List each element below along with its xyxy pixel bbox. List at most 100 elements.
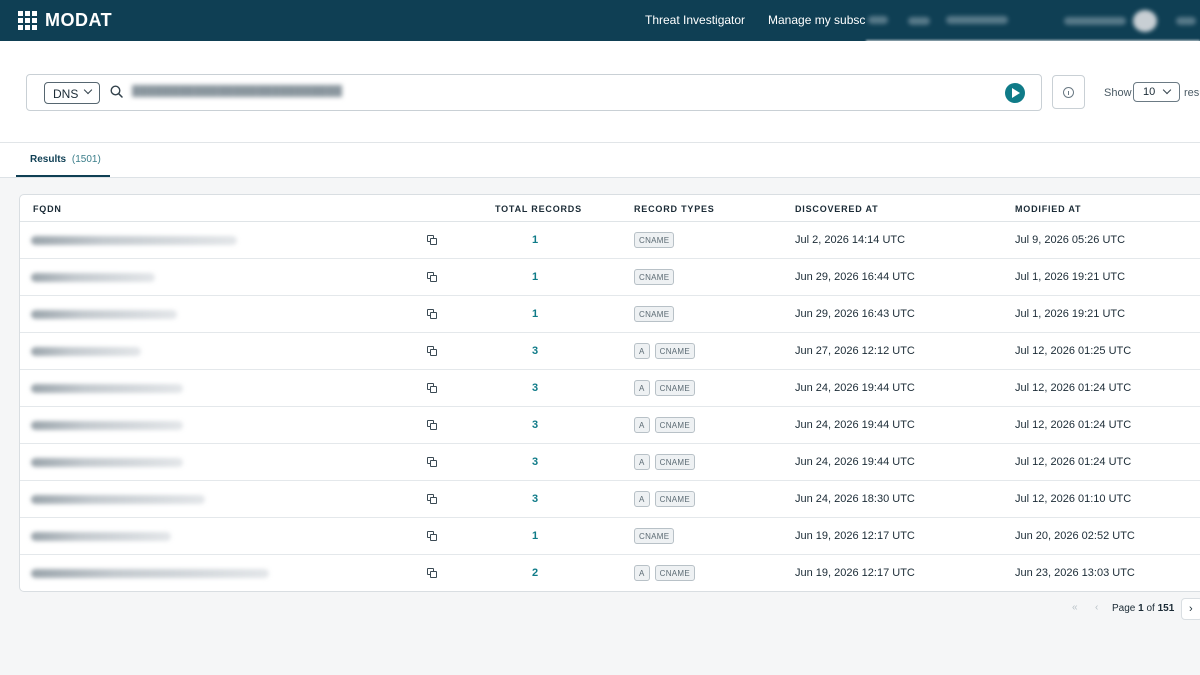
copy-icon[interactable] (427, 568, 438, 579)
column-header-discovered-at[interactable]: DISCOVERED AT (795, 204, 878, 214)
fqdn-redacted[interactable] (31, 236, 237, 245)
page-size-select[interactable]: 10 (1133, 82, 1180, 102)
copy-icon[interactable] (427, 235, 438, 246)
fqdn-redacted[interactable] (31, 458, 183, 467)
chevron-down-icon (1162, 85, 1172, 95)
record-type-badge: CNAME (654, 380, 696, 396)
record-type-badge: CNAME (654, 565, 696, 581)
fqdn-redacted[interactable] (31, 347, 141, 356)
copy-icon[interactable] (427, 346, 438, 357)
copy-icon[interactable] (427, 383, 438, 394)
copy-icon[interactable] (427, 494, 438, 505)
copy-icon[interactable] (427, 420, 438, 431)
total-records-link[interactable]: 1 (532, 234, 538, 246)
total-records-link[interactable]: 3 (532, 493, 538, 505)
modified-at: Jul 12, 2026 01:10 UTC (1015, 493, 1132, 505)
record-types: A CNAME (634, 454, 696, 470)
logo-grid-icon (18, 11, 37, 30)
table-row[interactable]: 3 A CNAME Jun 27, 2026 12:12 UTC Jul 12, 202… (20, 333, 1200, 370)
brand-logo[interactable]: MODAT (18, 11, 112, 30)
top-nav: MODAT Threat Investigator Manage my subs… (0, 0, 1200, 41)
fqdn-redacted[interactable] (31, 384, 183, 393)
total-records-link[interactable]: 3 (532, 382, 538, 394)
total-records-link[interactable]: 1 (532, 308, 538, 320)
copy-icon[interactable] (427, 309, 438, 320)
modified-at: Jul 12, 2026 01:24 UTC (1015, 382, 1132, 394)
avatar[interactable] (1133, 10, 1157, 32)
pager-first-button[interactable]: « (1072, 602, 1078, 613)
modified-at: Jul 12, 2026 01:25 UTC (1015, 345, 1132, 357)
record-type-badge: CNAME (654, 417, 696, 433)
info-button[interactable] (1052, 75, 1085, 109)
table-row[interactable]: 1 CNAME Jun 19, 2026 12:17 UTC Jun 20, 2026… (20, 518, 1200, 555)
tab-results-count: (1501) (71, 154, 101, 165)
discovered-at: Jun 19, 2026 12:17 UTC (795, 530, 915, 542)
table-row[interactable]: 1 CNAME Jul 2, 2026 14:14 UTC Jul 9, 2026 0… (20, 222, 1200, 259)
pager-prev-button[interactable]: ‹ (1095, 602, 1098, 613)
record-type-badge: CNAME (634, 528, 675, 544)
pager-page-word: Page (1112, 603, 1136, 614)
record-types: A CNAME (634, 565, 696, 581)
query-type-value: DNS (53, 87, 79, 101)
nav-threat-investigator[interactable]: Threat Investigator (645, 13, 745, 27)
discovered-at: Jun 29, 2026 16:44 UTC (795, 271, 915, 283)
discovered-at: Jun 24, 2026 19:44 UTC (795, 456, 915, 468)
table-row[interactable]: 2 A CNAME Jun 19, 2026 12:17 UTC Jun 23, 202… (20, 555, 1200, 591)
table-row[interactable]: 1 CNAME Jun 29, 2026 16:44 UTC Jul 1, 2026 … (20, 259, 1200, 296)
fqdn-redacted[interactable] (31, 569, 269, 578)
record-type-badge: CNAME (654, 454, 696, 470)
copy-icon[interactable] (427, 272, 438, 283)
column-header-total-records[interactable]: TOTAL RECORDS (495, 204, 582, 214)
column-header-fqdn[interactable]: FQDN (33, 204, 62, 214)
table-row[interactable]: 3 A CNAME Jun 24, 2026 19:44 UTC Jul 12, 202… (20, 370, 1200, 407)
modified-at: Jul 12, 2026 01:24 UTC (1015, 419, 1132, 431)
total-records-link[interactable]: 3 (532, 345, 538, 357)
record-type-badge: A (634, 454, 650, 470)
record-types: A CNAME (634, 380, 696, 396)
show-label: Show (1104, 87, 1132, 99)
copy-icon[interactable] (427, 457, 438, 468)
fqdn-redacted[interactable] (31, 495, 205, 504)
table-row[interactable]: 3 A CNAME Jun 24, 2026 19:44 UTC Jul 12, 202… (20, 407, 1200, 444)
discovered-at: Jul 2, 2026 14:14 UTC (795, 234, 906, 246)
column-header-record-types[interactable]: RECORD TYPES (634, 204, 715, 214)
run-search-button[interactable] (1005, 83, 1025, 103)
discovered-at: Jun 24, 2026 19:44 UTC (795, 382, 915, 394)
pager-next-button[interactable]: › (1181, 598, 1200, 620)
record-type-badge: CNAME (654, 343, 696, 359)
record-type-badge: CNAME (634, 232, 675, 248)
fqdn-redacted[interactable] (31, 310, 177, 319)
fqdn-redacted[interactable] (31, 273, 155, 282)
record-type-badge: A (634, 491, 650, 507)
query-type-select[interactable]: DNS (44, 82, 100, 104)
total-records-link[interactable]: 1 (532, 530, 538, 542)
column-header-modified-at[interactable]: MODIFIED AT (1015, 204, 1081, 214)
record-types: CNAME (634, 528, 675, 544)
table-row[interactable]: 3 A CNAME Jun 24, 2026 18:30 UTC Jul 12, 202… (20, 481, 1200, 518)
pager-current: 1 (1138, 603, 1144, 614)
total-records-link[interactable]: 2 (532, 567, 538, 579)
tab-results[interactable]: Results (1501) (16, 143, 110, 177)
modified-at: Jul 1, 2026 19:21 UTC (1015, 271, 1126, 283)
search-input-redacted[interactable]: ████████████████████████████████████ (132, 85, 342, 97)
total-records-link[interactable]: 3 (532, 419, 538, 431)
total-records-link[interactable]: 1 (532, 271, 538, 283)
chevron-down-icon (83, 85, 93, 95)
pager-status: Page 1 of 151 (1112, 603, 1174, 614)
fqdn-redacted[interactable] (31, 532, 171, 541)
discovered-at: Jun 24, 2026 18:30 UTC (795, 493, 915, 505)
table-row[interactable]: 3 A CNAME Jun 24, 2026 19:44 UTC Jul 12, 202… (20, 444, 1200, 481)
search-box[interactable]: DNS ████████████████████████████████████ (26, 74, 1042, 111)
record-type-badge: CNAME (634, 306, 675, 322)
fqdn-redacted[interactable] (31, 421, 183, 430)
copy-icon[interactable] (427, 531, 438, 542)
record-type-badge: A (634, 380, 650, 396)
discovered-at: Jun 29, 2026 16:43 UTC (795, 308, 915, 320)
table-header: FQDN TOTAL RECORDS RECORD TYPES DISCOVER… (20, 195, 1200, 222)
pager-of-word: of (1146, 603, 1155, 614)
table-row[interactable]: 1 CNAME Jun 29, 2026 16:43 UTC Jul 1, 2026 … (20, 296, 1200, 333)
total-records-link[interactable]: 3 (532, 456, 538, 468)
nav-manage-subscription[interactable]: Manage my subscription (768, 13, 866, 27)
discovered-at: Jun 24, 2026 19:44 UTC (795, 419, 915, 431)
record-types: CNAME (634, 306, 675, 322)
